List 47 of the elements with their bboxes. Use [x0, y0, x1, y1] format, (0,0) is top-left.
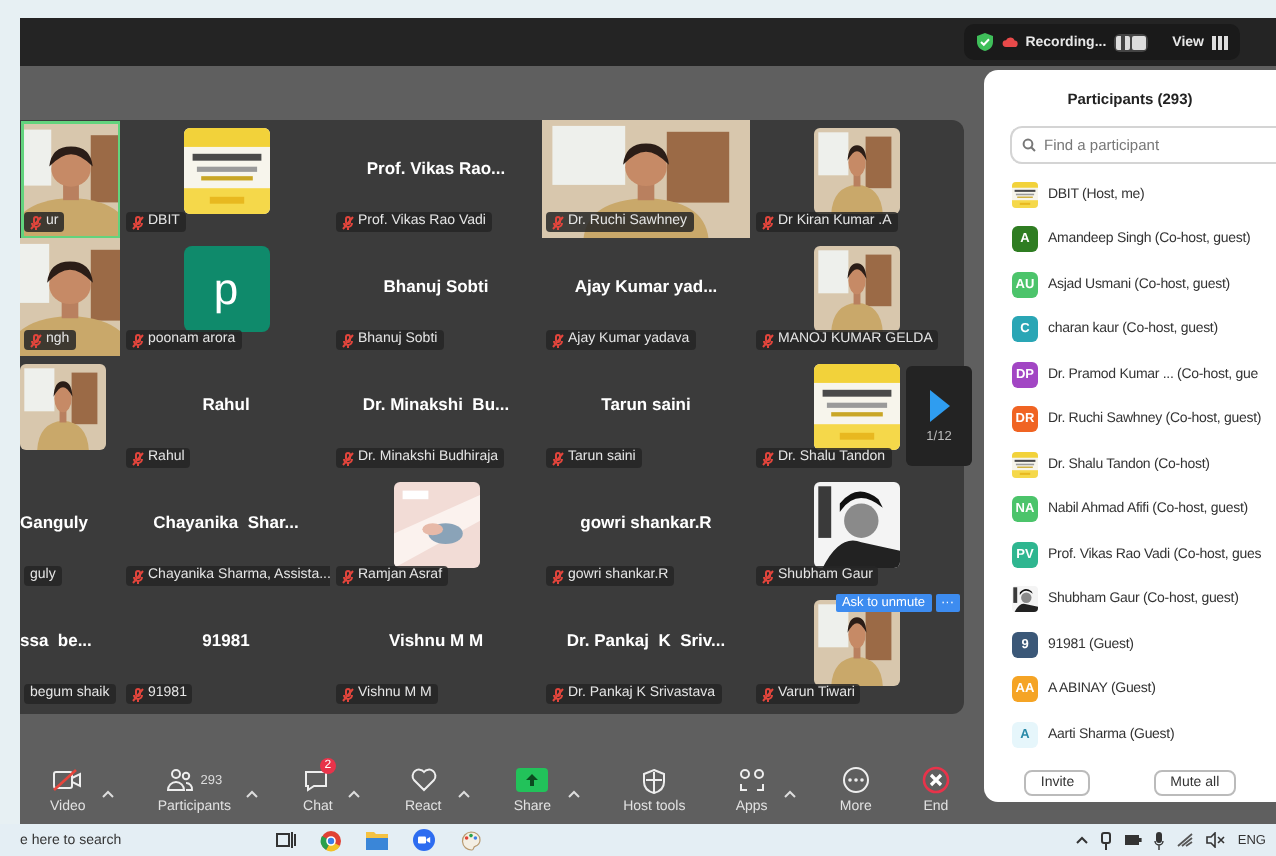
end-meeting-icon[interactable] — [921, 766, 950, 794]
participant-display-name: Rahul — [202, 393, 250, 413]
shield-icon[interactable] — [642, 767, 667, 793]
video-app-icon[interactable] — [412, 828, 436, 852]
heart-icon[interactable] — [409, 768, 438, 792]
more-icon[interactable] — [841, 766, 870, 794]
chat-icon[interactable] — [303, 768, 332, 792]
apps-icon[interactable] — [737, 767, 766, 793]
paint-icon[interactable] — [460, 829, 482, 851]
participant-display-name: Tarun saini — [601, 393, 691, 413]
wifi-icon[interactable] — [1175, 832, 1194, 848]
participant-display-name: Ganguly — [20, 511, 89, 531]
people-icon[interactable] — [166, 768, 195, 792]
chevron-up-icon[interactable] — [1075, 836, 1088, 844]
microphone-icon[interactable] — [1153, 831, 1164, 849]
search-icon — [1022, 138, 1036, 152]
participant-display-name: Prof. Vikas Rao... — [366, 157, 506, 177]
participant-display-name: Dr. Pankaj K Sriv... — [566, 629, 726, 649]
participant-display-name: gowri shankar.R — [580, 511, 712, 531]
caret-icon[interactable] — [101, 790, 114, 798]
share-screen-icon[interactable] — [516, 768, 549, 792]
avatar-tile: p — [183, 246, 269, 332]
participant-display-name: Chayanika Shar... — [153, 511, 299, 531]
camera-off-icon[interactable] — [51, 768, 84, 792]
browser-icon[interactable] — [320, 829, 342, 851]
caret-icon[interactable] — [348, 790, 361, 798]
caret-icon[interactable] — [246, 790, 259, 798]
battery-icon[interactable] — [1123, 834, 1142, 846]
stop-button[interactable] — [1132, 35, 1147, 49]
participant-display-name: ssa be... — [20, 629, 92, 649]
participant-display-name: Bhanuj Sobti — [383, 275, 489, 295]
participant-display-name: Ajay Kumar yad... — [574, 275, 718, 295]
device-icon[interactable] — [1099, 831, 1112, 849]
next-arrow-icon[interactable] — [929, 389, 949, 421]
folder-icon[interactable] — [366, 830, 388, 850]
pause-button[interactable] — [1116, 35, 1131, 49]
security-shield-icon[interactable] — [975, 32, 994, 52]
speaker-muted-icon[interactable] — [1205, 832, 1226, 848]
participant-display-name: Dr. Minakshi Bu... — [362, 393, 510, 413]
caret-icon[interactable] — [457, 790, 470, 798]
participant-display-name: Vishnu M M — [388, 629, 484, 649]
caret-icon[interactable] — [567, 790, 580, 798]
cloud-icon — [1001, 36, 1018, 48]
caret-icon[interactable] — [783, 790, 796, 798]
task-view-icon[interactable] — [276, 830, 296, 850]
grid-icon[interactable] — [1212, 35, 1228, 49]
participant-display-name: 91981 — [202, 629, 250, 649]
